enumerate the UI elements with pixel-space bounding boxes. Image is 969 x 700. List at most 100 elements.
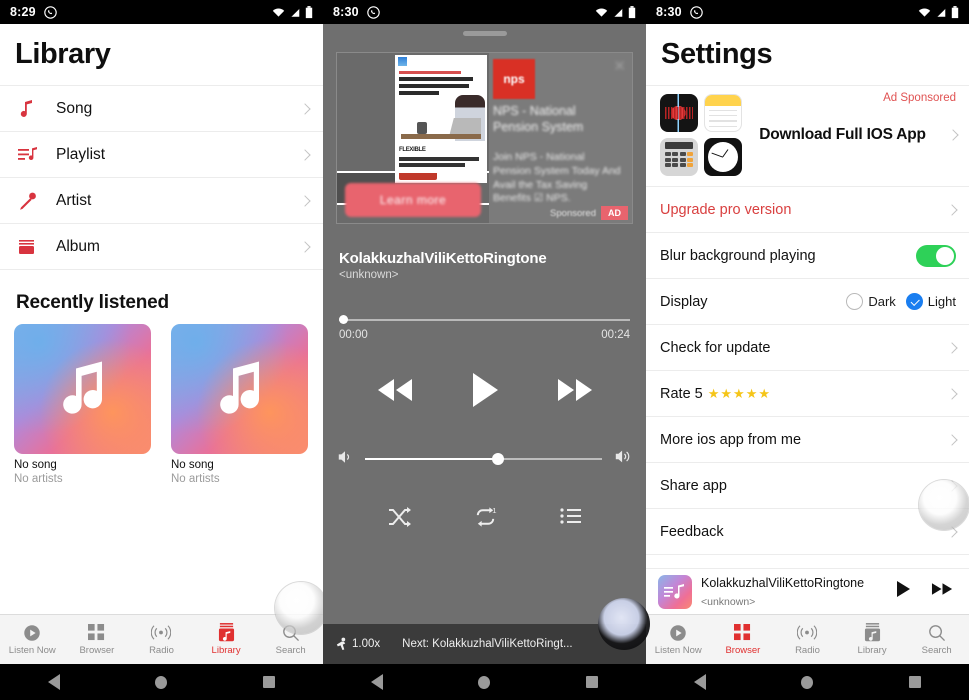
- radio-light[interactable]: Light: [905, 293, 956, 310]
- next-track-label[interactable]: Next: KolakkuzhalViliKettoRingt...: [402, 638, 572, 650]
- chevron-right-icon: [946, 203, 958, 216]
- settings-row-share-app[interactable]: Share app: [646, 463, 969, 509]
- back-triangle-icon[interactable]: [370, 674, 383, 690]
- recents-square-icon[interactable]: [909, 676, 922, 688]
- player-bottom-bar: 1.00x Next: KolakkuzhalViliKettoRingt...: [323, 624, 646, 664]
- battery-icon: [951, 5, 959, 18]
- settings-row-blur-background[interactable]: Blur background playing: [646, 233, 969, 279]
- rating-stars[interactable]: ★★★★★: [708, 386, 948, 402]
- status-clock: 8:30: [333, 5, 359, 19]
- ad-image-headline: FLEXIBLE: [399, 147, 426, 153]
- tab-listen-now[interactable]: Listen Now: [646, 615, 711, 664]
- repeat-one-icon[interactable]: 1: [473, 506, 498, 533]
- home-circle-icon[interactable]: [155, 675, 168, 689]
- chevron-right-icon: [946, 341, 958, 354]
- fast-forward-icon[interactable]: [554, 375, 596, 410]
- ad-image-line: [399, 71, 461, 74]
- tab-radio[interactable]: Radio: [775, 615, 840, 664]
- sidebar-item-song[interactable]: Song: [0, 86, 323, 132]
- mini-player[interactable]: KolakkuzhalViliKettoRingtone <unknown>: [646, 568, 969, 614]
- chevron-right-icon: [946, 525, 958, 538]
- sidebar-item-playlist[interactable]: Playlist: [0, 132, 323, 178]
- tab-library[interactable]: Library: [840, 615, 905, 664]
- sponsored-label: Sponsored: [550, 207, 596, 219]
- playback-speed[interactable]: 1.00x: [335, 637, 380, 651]
- status-icons: [272, 5, 313, 19]
- chevron-right-icon: [946, 387, 958, 400]
- blur-background-toggle[interactable]: [916, 244, 956, 267]
- player-screen: 8:30 FLEXIBLE Learn more nps ✕ NPS - Nat…: [323, 0, 650, 700]
- tab-search[interactable]: Search: [904, 615, 969, 664]
- ad-laptop-shape: [449, 118, 481, 134]
- row-label: Blur background playing: [660, 247, 816, 264]
- ad-cta-button[interactable]: Learn more: [345, 183, 481, 217]
- wifi-icon: [595, 8, 608, 17]
- ad-image-line: [399, 91, 439, 95]
- queue-list-icon[interactable]: [560, 506, 582, 533]
- page-title: Settings: [661, 38, 773, 70]
- recents-square-icon[interactable]: [263, 676, 276, 688]
- volume-low-icon[interactable]: [337, 449, 353, 470]
- settings-row-rate[interactable]: Rate 5 ★★★★★: [646, 371, 969, 417]
- status-icons: [595, 5, 636, 19]
- volume-handle[interactable]: [491, 453, 504, 465]
- close-icon[interactable]: ✕: [613, 57, 626, 75]
- volume-high-icon[interactable]: [614, 448, 632, 470]
- recently-listened-cards: No song No artists No song No artists: [0, 324, 323, 485]
- ad-sponsored-row: Sponsored AD: [550, 206, 628, 220]
- play-icon[interactable]: [890, 579, 917, 604]
- ad-image-line: [399, 84, 469, 88]
- download-ios-app-label: Download Full IOS App: [759, 126, 926, 143]
- back-triangle-icon[interactable]: [47, 674, 60, 690]
- settings-row-upgrade-pro[interactable]: Upgrade pro version: [646, 187, 969, 233]
- radio-dark[interactable]: Dark: [846, 293, 896, 310]
- tab-library[interactable]: Library: [194, 615, 259, 664]
- seek-bar[interactable]: [339, 315, 630, 325]
- ad-sponsored-label: Ad Sponsored: [883, 92, 956, 104]
- seek-handle[interactable]: [339, 315, 348, 324]
- volume-slider[interactable]: [365, 453, 602, 465]
- tab-listen-now[interactable]: Listen Now: [0, 615, 65, 664]
- settings-row-feedback[interactable]: Feedback: [646, 509, 969, 555]
- home-circle-icon[interactable]: [801, 675, 814, 689]
- chevron-right-icon: [299, 194, 311, 207]
- ios-app-ad[interactable]: Download Full IOS App Ad Sponsored: [646, 85, 969, 187]
- settings-row-check-update[interactable]: Check for update: [646, 325, 969, 371]
- sidebar-item-album[interactable]: Album: [0, 224, 323, 270]
- ad-image-area: FLEXIBLE Learn more: [337, 53, 489, 223]
- sidebar-item-artist[interactable]: Artist: [0, 178, 323, 224]
- speed-icon: [336, 637, 346, 651]
- back-triangle-icon[interactable]: [693, 674, 706, 690]
- ad-banner[interactable]: FLEXIBLE Learn more nps ✕ NPS - National…: [336, 52, 633, 224]
- recents-square-icon[interactable]: [586, 676, 599, 688]
- tab-search[interactable]: Search: [258, 615, 323, 664]
- tab-browser[interactable]: Browser: [65, 615, 130, 664]
- mini-track-title: KolakkuzhalViliKettoRingtone: [701, 575, 865, 590]
- shuffle-icon[interactable]: [387, 506, 411, 533]
- tab-browser[interactable]: Browser: [711, 615, 776, 664]
- tab-label: Search: [275, 645, 306, 656]
- settings-row-more-apps[interactable]: More ios app from me: [646, 417, 969, 463]
- rewind-icon[interactable]: [374, 375, 416, 410]
- tab-radio[interactable]: Radio: [129, 615, 194, 664]
- radio-label: Dark: [868, 294, 896, 309]
- microphone-icon: [18, 191, 48, 211]
- list-item[interactable]: No song No artists: [14, 324, 151, 485]
- drag-handle[interactable]: [462, 31, 507, 36]
- card-subtitle: No artists: [171, 473, 220, 485]
- home-circle-icon[interactable]: [478, 675, 491, 689]
- play-icon[interactable]: [470, 371, 500, 414]
- seek-track: [339, 319, 630, 321]
- sidebar-item-label: Artist: [56, 191, 92, 209]
- chevron-right-icon: [299, 240, 311, 253]
- elapsed-time: 00:00: [339, 329, 368, 341]
- status-bar: 8:30: [646, 0, 969, 24]
- list-item[interactable]: No song No artists: [171, 324, 308, 485]
- tab-label: Radio: [149, 645, 174, 656]
- search-icon: [928, 623, 946, 642]
- signal-icon: [936, 7, 946, 17]
- fast-forward-icon[interactable]: [926, 580, 959, 603]
- sidebar-item-label: Album: [56, 237, 100, 255]
- music-note-icon: [209, 356, 271, 423]
- wifi-icon: [918, 8, 931, 17]
